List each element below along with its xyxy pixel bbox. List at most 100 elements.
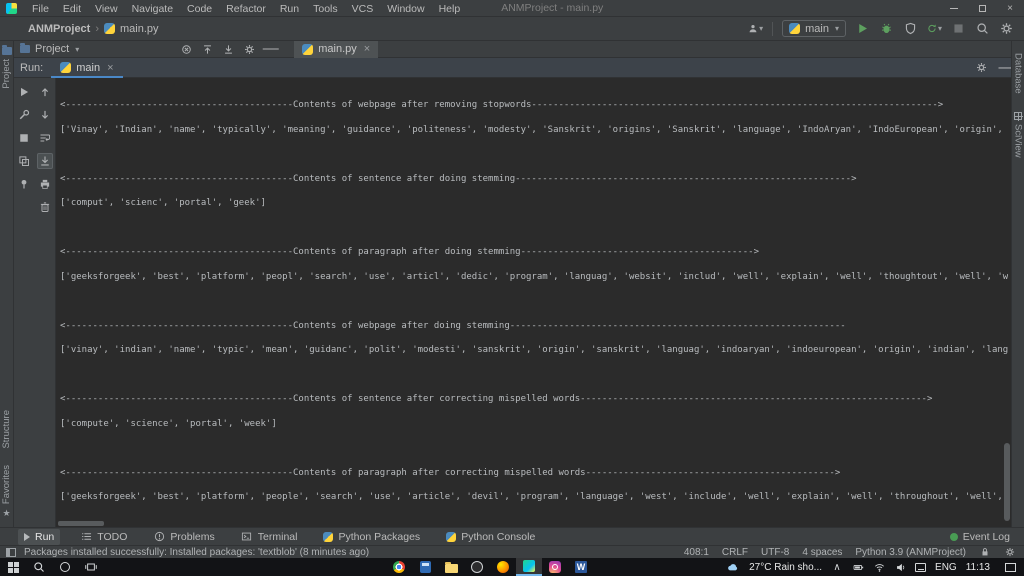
tool-stripe-structure[interactable]: Structure [1, 410, 12, 449]
caret-position[interactable]: 408:1 [684, 547, 709, 558]
task-view-button[interactable] [78, 558, 104, 576]
project-stripe-icon [1, 45, 12, 55]
down-stacktrace-icon[interactable] [37, 107, 53, 123]
menu-item[interactable]: File [25, 1, 56, 18]
start-button[interactable] [0, 558, 26, 576]
cortana-button[interactable] [52, 558, 78, 576]
tool-button-python-console[interactable]: Python Console [440, 529, 541, 545]
clock[interactable]: 11:13 [966, 562, 990, 573]
menu-item[interactable]: VCS [345, 1, 381, 18]
taskbar-app-firefox[interactable] [490, 558, 516, 576]
event-log-button[interactable]: Event Log [949, 531, 1024, 543]
minimize-button[interactable] [940, 0, 968, 17]
collapse-all-icon[interactable] [221, 42, 236, 57]
expand-all-icon[interactable] [200, 42, 215, 57]
indent-setting[interactable]: 4 spaces [802, 547, 842, 558]
rerun-button[interactable]: ▾ [927, 21, 942, 36]
maximize-button[interactable] [968, 0, 996, 17]
rerun-program-button[interactable] [16, 84, 32, 100]
scroll-to-end-icon[interactable] [37, 153, 54, 169]
tool-button-label: Python Console [461, 530, 536, 543]
volume-icon[interactable] [894, 561, 906, 573]
console-line: ['vinay', 'indian', 'name', 'typic', 'me… [60, 345, 1008, 355]
run-settings-wrench-icon[interactable] [16, 107, 32, 123]
battery-icon[interactable] [852, 561, 864, 573]
console-output[interactable]: <---------------------------------------… [60, 93, 1008, 517]
editor-tab-mainpy[interactable]: main.py × [294, 40, 379, 58]
tool-stripe-database[interactable]: Database [1013, 53, 1024, 94]
menu-item[interactable]: Window [380, 1, 431, 18]
tool-button-python-packages[interactable]: Python Packages [317, 529, 426, 545]
tool-button-run[interactable]: Run [18, 528, 61, 545]
restore-layout-icon[interactable] [16, 153, 32, 169]
pin-tab-icon[interactable] [16, 176, 32, 192]
line-separator[interactable]: CRLF [722, 547, 748, 558]
locate-file-icon[interactable] [179, 42, 194, 57]
event-log-notification-icon [949, 532, 958, 541]
up-stacktrace-icon[interactable] [37, 84, 53, 100]
menu-item[interactable]: Refactor [219, 1, 273, 18]
python-file-icon [302, 43, 314, 55]
file-encoding[interactable]: UTF-8 [761, 547, 789, 558]
panel-settings-gear-icon[interactable] [242, 42, 257, 57]
taskbar-app-calculator[interactable] [412, 558, 438, 576]
close-button[interactable]: × [996, 0, 1024, 17]
menu-item[interactable]: Help [432, 1, 468, 18]
run-tab-main[interactable]: main × [51, 58, 123, 78]
tool-stripe-sciview[interactable]: SciView [1013, 111, 1024, 157]
debug-button[interactable] [879, 21, 894, 36]
menu-item[interactable]: View [88, 1, 125, 18]
status-gear-icon[interactable] [1004, 546, 1016, 558]
tray-expand-chevron-icon[interactable]: ∧ [831, 561, 843, 573]
clear-all-icon[interactable] [37, 199, 53, 215]
language-indicator[interactable]: ENG [935, 562, 957, 573]
console-line: <---------------------------------------… [60, 247, 759, 257]
taskbar-app-pycharm[interactable] [516, 558, 542, 576]
run-button[interactable] [855, 21, 870, 36]
taskbar-app-file-explorer[interactable] [438, 558, 464, 576]
print-icon[interactable] [37, 176, 53, 192]
menu-item[interactable]: Code [180, 1, 219, 18]
project-panel-header[interactable]: Project ▾ [20, 43, 79, 55]
close-run-tab-icon[interactable]: × [107, 62, 113, 74]
tool-button-todo[interactable]: TODO [74, 529, 133, 545]
lock-icon[interactable] [979, 546, 991, 558]
hide-panel-icon[interactable]: — [263, 40, 279, 57]
wifi-icon[interactable] [873, 561, 885, 573]
taskbar-app-camera[interactable] [464, 558, 490, 576]
vertical-scrollbar-thumb[interactable] [1004, 443, 1010, 521]
tool-button-terminal[interactable]: Terminal [235, 529, 304, 545]
taskbar-search-button[interactable] [26, 558, 52, 576]
touch-keyboard-icon[interactable] [915, 562, 927, 572]
camera-icon [471, 561, 483, 573]
horizontal-scrollbar-thumb[interactable] [58, 521, 104, 526]
run-with-coverage-icon[interactable] [903, 21, 918, 36]
code-with-me-users-icon[interactable]: ▾ [748, 21, 763, 36]
stop-process-button[interactable] [16, 130, 32, 146]
notification-center-icon[interactable] [1005, 562, 1016, 572]
breadcrumb-project[interactable]: ANMProject [28, 23, 90, 35]
stop-button[interactable] [951, 21, 966, 36]
search-everywhere-icon[interactable] [975, 21, 990, 36]
settings-gear-icon[interactable] [999, 21, 1014, 36]
tool-button-problems[interactable]: Problems [147, 529, 220, 545]
status-message[interactable]: Packages installed successfully: Install… [24, 547, 369, 558]
tool-window-toggle-icon[interactable] [6, 547, 16, 557]
tool-stripe-project[interactable]: Project [1, 45, 12, 89]
run-panel-settings-gear-icon[interactable] [974, 60, 989, 75]
taskbar-app-instagram[interactable] [542, 558, 568, 576]
menu-item[interactable]: Tools [306, 1, 345, 18]
interpreter[interactable]: Python 3.9 (ANMProject) [855, 547, 966, 558]
taskbar-app-chrome[interactable] [386, 558, 412, 576]
soft-wrap-icon[interactable] [37, 130, 53, 146]
tool-stripe-favorites[interactable]: Favorites ★ [1, 465, 12, 519]
menu-item[interactable]: Run [273, 1, 306, 18]
run-configuration-select[interactable]: main ▾ [782, 20, 846, 37]
close-tab-icon[interactable]: × [364, 43, 370, 55]
menu-item[interactable]: Edit [56, 1, 88, 18]
firefox-icon [497, 561, 509, 573]
taskbar-app-word[interactable]: W [568, 558, 594, 576]
weather-text[interactable]: 27°C Rain sho... [749, 562, 822, 573]
breadcrumb-file[interactable]: main.py [120, 23, 159, 35]
menu-item[interactable]: Navigate [125, 1, 180, 18]
